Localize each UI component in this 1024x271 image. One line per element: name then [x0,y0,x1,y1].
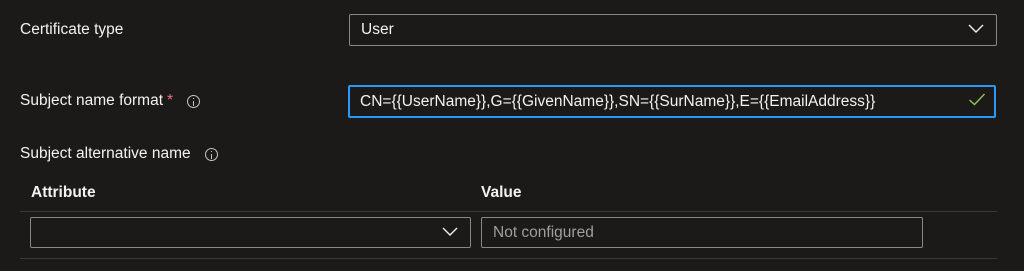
certificate-type-value: User [361,21,394,38]
required-marker: * [167,92,174,109]
table-row-divider [20,258,997,259]
table-header-divider [20,211,997,212]
info-icon[interactable] [204,147,218,161]
column-header-value: Value [481,184,522,201]
column-header-attribute: Attribute [31,184,96,201]
info-icon[interactable] [187,94,201,108]
certificate-type-label: Certificate type [20,21,123,39]
subject-name-format-value: CN={{UserName}},G={{GivenName}},SN={{Sur… [360,92,876,110]
certificate-type-dropdown[interactable]: User [349,14,997,46]
attribute-dropdown[interactable] [30,217,471,248]
value-input[interactable]: Not configured [481,217,923,248]
subject-name-format-input[interactable]: CN={{UserName}},G={{GivenName}},SN={{Sur… [348,85,996,118]
chevron-down-icon [442,224,458,242]
subject-name-format-label: Subject name format * [20,92,201,110]
subject-alternative-name-label-text: Subject alternative name [20,145,191,162]
chevron-down-icon [968,21,984,39]
subject-alternative-name-label: Subject alternative name [20,145,218,163]
checkmark-icon [968,92,986,111]
certificate-type-label-text: Certificate type [20,21,124,38]
subject-name-format-label-text: Subject name format [20,92,164,109]
value-placeholder: Not configured [493,223,594,241]
